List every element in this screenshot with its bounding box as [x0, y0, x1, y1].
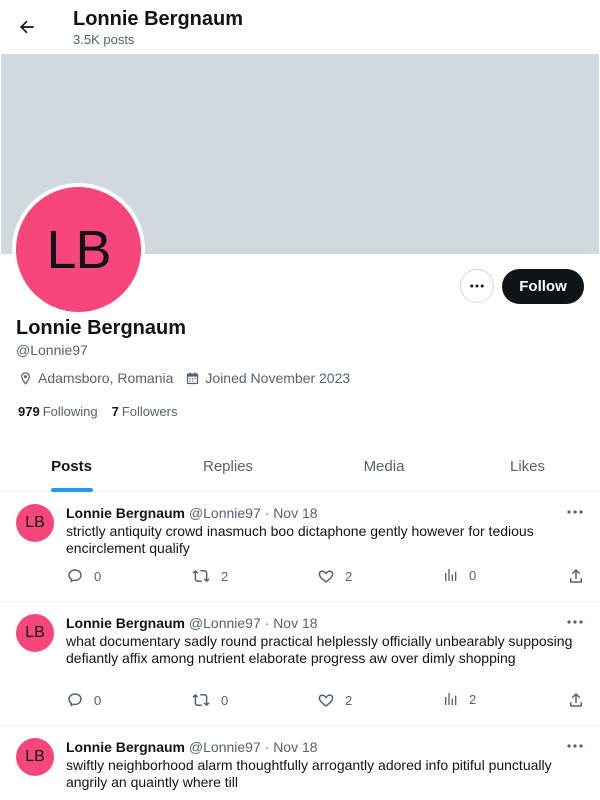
- post-author-name[interactable]: Lonnie Bergnaum: [66, 505, 185, 521]
- reply-button[interactable]: 0: [66, 691, 101, 709]
- tab-replies[interactable]: Replies: [143, 440, 313, 492]
- separator-dot: ·: [264, 739, 270, 755]
- repost-count: 0: [221, 692, 229, 708]
- more-horizontal-icon: [567, 510, 583, 514]
- post-header: Lonnie Bergnaum @Lonnie97 · Nov 18: [66, 504, 318, 522]
- bar-chart-icon: [445, 569, 457, 581]
- calendar-icon: [187, 371, 199, 384]
- tab-posts[interactable]: Posts: [0, 440, 143, 492]
- profile-meta: Adamsboro, Romania Joined November 2023: [18, 370, 362, 386]
- follow-button[interactable]: Follow: [502, 269, 584, 304]
- post[interactable]: LB Lonnie Bergnaum @Lonnie97 · Nov 18 wh…: [0, 602, 600, 726]
- repost-button[interactable]: 2: [191, 567, 228, 585]
- bar-chart-icon: [445, 693, 457, 705]
- views-count: 0: [469, 567, 477, 583]
- post-feed: LB Lonnie Bergnaum @Lonnie97 · Nov 18 st…: [0, 492, 600, 800]
- joined-text: Joined November 2023: [205, 370, 351, 386]
- joined-date: Joined November 2023: [185, 370, 350, 386]
- follow-stats: 979 Following 7 Followers: [18, 404, 191, 419]
- like-button[interactable]: 2: [317, 567, 352, 585]
- share-icon: [570, 692, 582, 707]
- profile-name: Lonnie Bergnaum: [16, 317, 187, 339]
- tab-likes[interactable]: Likes: [455, 440, 600, 492]
- post-actions: 0 2 2 0: [0, 567, 600, 587]
- post-author-handle[interactable]: @Lonnie97: [189, 739, 261, 755]
- arrow-left-icon: [20, 20, 34, 34]
- post-text: what documentary sadly round practical h…: [66, 633, 573, 666]
- share-button[interactable]: [567, 691, 585, 709]
- post-author-name[interactable]: Lonnie Bergnaum: [66, 615, 185, 631]
- views-button[interactable]: 0: [443, 567, 476, 583]
- post-actions: 0 0 2 2: [0, 691, 600, 711]
- reply-button[interactable]: 0: [66, 567, 101, 585]
- like-button[interactable]: 2: [317, 691, 352, 709]
- heart-icon: [318, 570, 334, 583]
- post-more-button[interactable]: [566, 616, 584, 628]
- repost-icon: [192, 569, 210, 583]
- back-button[interactable]: [12, 12, 42, 42]
- tab-media-label: Media: [363, 457, 405, 475]
- following-label: Following: [42, 404, 98, 419]
- views-button[interactable]: 2: [443, 691, 476, 707]
- repost-icon: [192, 693, 210, 707]
- post-text: swiftly neighborhood alarm thoughtfully …: [66, 757, 552, 790]
- share-button[interactable]: [567, 567, 585, 585]
- tab-media[interactable]: Media: [313, 440, 455, 492]
- profile-handle: @Lonnie97: [16, 342, 88, 358]
- post-text: strictly antiquity crowd inasmuch boo di…: [66, 523, 534, 556]
- following-link[interactable]: 979 Following: [18, 404, 98, 419]
- like-count: 2: [345, 568, 353, 584]
- profile-tabs: Posts Replies Media Likes: [0, 440, 600, 492]
- separator-dot: ·: [264, 615, 270, 631]
- post-author-handle[interactable]: @Lonnie97: [189, 615, 261, 631]
- post-more-button[interactable]: [566, 740, 584, 752]
- post[interactable]: LB Lonnie Bergnaum @Lonnie97 · Nov 18 sw…: [0, 726, 600, 800]
- avatar-initials: LB: [46, 219, 111, 280]
- post-count: 3.5K posts: [73, 32, 135, 47]
- post[interactable]: LB Lonnie Bergnaum @Lonnie97 · Nov 18 st…: [0, 492, 600, 602]
- location-pin-icon: [21, 371, 30, 385]
- separator-dot: ·: [264, 505, 270, 521]
- post-author-name[interactable]: Lonnie Bergnaum: [66, 739, 185, 755]
- followers-link[interactable]: 7 Followers: [112, 404, 178, 419]
- tab-likes-label: Likes: [509, 457, 546, 475]
- post-date[interactable]: Nov 18: [273, 739, 317, 755]
- reply-count: 0: [94, 568, 102, 584]
- post-date[interactable]: Nov 18: [273, 615, 317, 631]
- post-avatar[interactable]: LB: [16, 614, 54, 652]
- post-header: Lonnie Bergnaum @Lonnie97 · Nov 18: [66, 738, 318, 756]
- views-count: 2: [469, 691, 477, 707]
- post-date[interactable]: Nov 18: [273, 505, 317, 521]
- repost-button[interactable]: 0: [191, 691, 228, 709]
- reply-count: 0: [94, 692, 102, 708]
- followers-label: Followers: [121, 404, 178, 419]
- location: Adamsboro, Romania: [18, 370, 173, 386]
- following-count: 979: [18, 404, 40, 419]
- post-more-button[interactable]: [566, 506, 584, 518]
- more-horizontal-icon: [470, 284, 484, 288]
- more-horizontal-icon: [567, 744, 583, 748]
- page-title: Lonnie Bergnaum: [73, 8, 244, 30]
- followers-count: 7: [111, 404, 119, 419]
- reply-icon: [68, 693, 82, 707]
- repost-count: 2: [221, 568, 229, 584]
- top-bar: Lonnie Bergnaum 3.5K posts: [0, 0, 600, 53]
- post-author-handle[interactable]: @Lonnie97: [189, 505, 261, 521]
- heart-icon: [318, 694, 334, 707]
- like-count: 2: [345, 692, 353, 708]
- location-text: Adamsboro, Romania: [38, 370, 174, 386]
- tab-replies-label: Replies: [202, 457, 254, 475]
- reply-icon: [68, 569, 82, 583]
- more-horizontal-icon: [567, 620, 583, 624]
- tab-posts-label: Posts: [51, 457, 92, 475]
- post-avatar[interactable]: LB: [16, 504, 54, 542]
- share-icon: [570, 568, 582, 583]
- profile-avatar[interactable]: LB: [12, 183, 145, 316]
- post-header: Lonnie Bergnaum @Lonnie97 · Nov 18: [66, 614, 318, 632]
- post-avatar[interactable]: LB: [16, 738, 54, 776]
- more-options-button[interactable]: [460, 269, 494, 303]
